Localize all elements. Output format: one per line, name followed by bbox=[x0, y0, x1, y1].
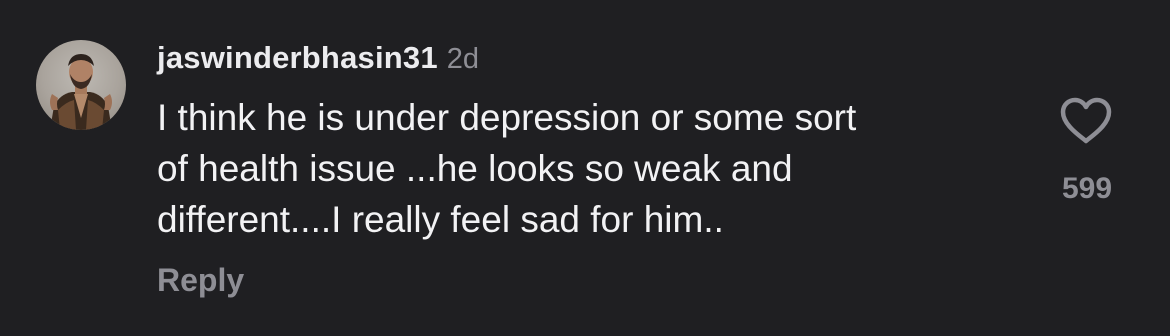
timestamp: 2d bbox=[446, 43, 480, 75]
comment-header: jaswinderbhasin31 2d bbox=[157, 40, 479, 80]
avatar[interactable] bbox=[36, 40, 126, 130]
like-button[interactable] bbox=[1058, 96, 1114, 146]
comment-item: jaswinderbhasin31 2d I think he is under… bbox=[0, 0, 1170, 336]
reply-button[interactable]: Reply bbox=[157, 262, 244, 299]
heart-outline-icon bbox=[1060, 97, 1112, 144]
comment-text: I think he is under depression or some s… bbox=[157, 97, 857, 240]
username[interactable]: jaswinderbhasin31 bbox=[157, 40, 438, 76]
like-count: 599 bbox=[1061, 172, 1113, 205]
